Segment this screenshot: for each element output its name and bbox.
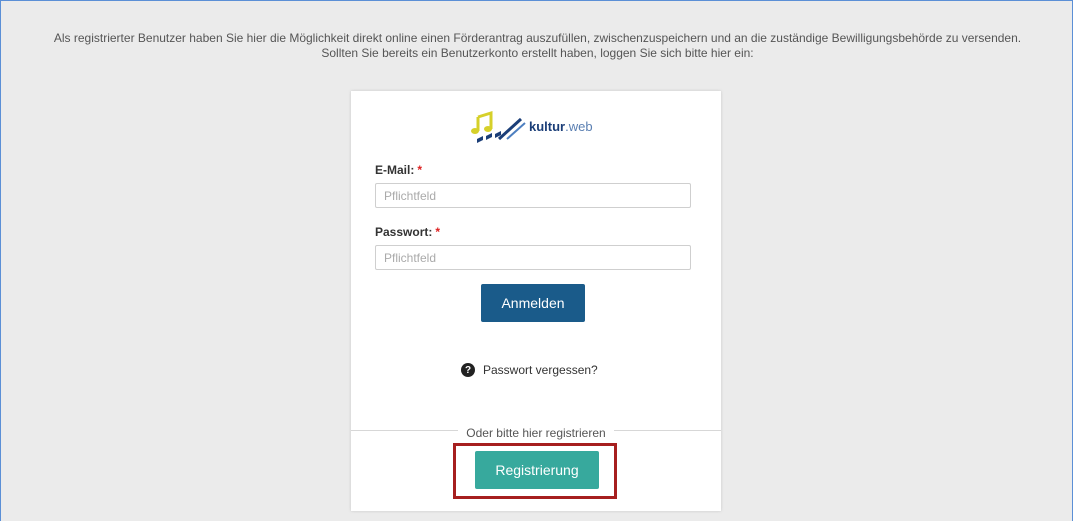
register-divider: Oder bitte hier registrieren [351,424,721,442]
logo-wordmark: kultur.web [529,119,593,134]
forgot-password-link[interactable]: ? Passwort vergessen? [461,363,598,377]
forgot-password-text[interactable]: Passwort vergessen? [483,363,598,377]
intro-text: Als registrierter Benutzer haben Sie hie… [1,31,1074,61]
intro-line-1: Als registrierter Benutzer haben Sie hie… [53,31,1022,45]
register-divider-text: Oder bitte hier registrieren [458,426,614,440]
question-icon: ? [461,363,475,377]
email-required-marker: * [417,163,423,177]
music-notes-logo-icon [471,110,526,143]
password-input[interactable] [375,245,691,270]
password-label: Passwort: * [375,225,440,239]
password-label-text: Passwort: [375,225,433,239]
login-card: kultur.web E-Mail:* Passwort:* Anmelden … [351,91,721,511]
kulturweb-logo: kultur.web [469,109,609,145]
register-button[interactable]: Registrierung [475,451,599,489]
login-button[interactable]: Anmelden [481,284,585,322]
password-required-marker: * [435,225,441,239]
email-input[interactable] [375,183,691,208]
intro-line-2: Sollten Sie bereits ein Benutzerkonto er… [321,46,754,60]
logo-suffix: .web [565,119,593,134]
email-label-text: E-Mail: [375,163,415,177]
page-frame: Als registrierter Benutzer haben Sie hie… [0,0,1073,521]
logo-brand: kultur [529,119,566,134]
email-label: E-Mail: * [375,163,422,177]
